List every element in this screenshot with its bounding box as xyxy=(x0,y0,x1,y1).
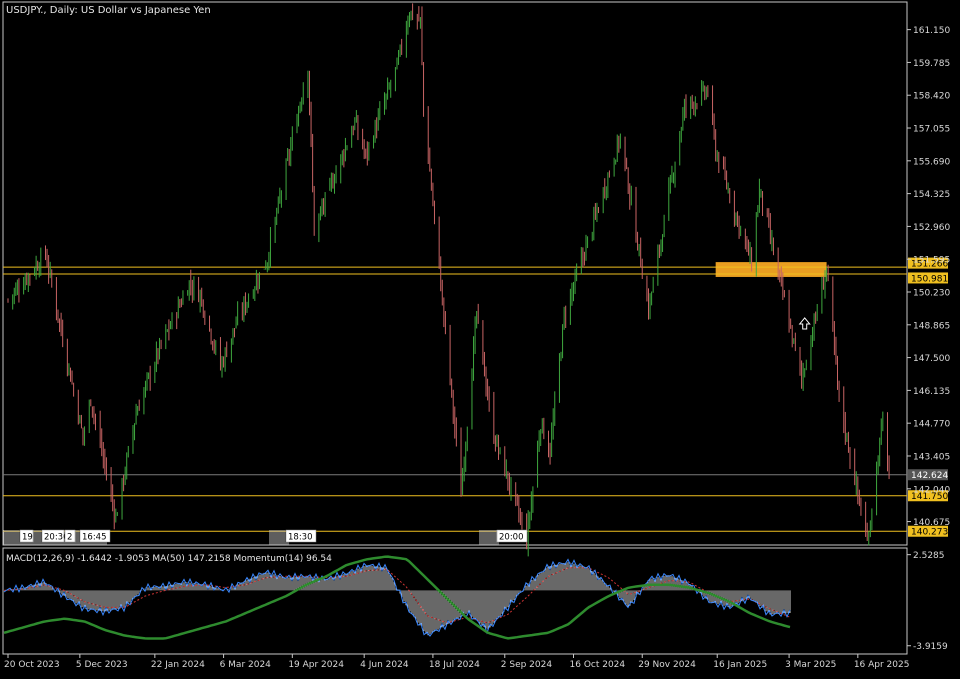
current-price-label: 142.624 xyxy=(911,471,948,481)
time-tick-label: 16 Apr 2025 xyxy=(854,660,910,670)
indicator-tick-label: -3.9159 xyxy=(913,642,948,652)
indicator-tick-label: 2.5285 xyxy=(913,551,945,561)
time-tick-label: 19 Apr 2024 xyxy=(288,660,344,670)
price-tick-label: 152.960 xyxy=(913,223,950,233)
time-marker-label: 16:45 xyxy=(82,533,107,543)
chart-canvas[interactable]: 151.266150.981141.750140.273142.624 161.… xyxy=(0,0,960,675)
price-tick-label: 154.325 xyxy=(913,190,950,200)
price-tick-label: 142.040 xyxy=(913,485,950,495)
time-tick-label: 22 Jan 2024 xyxy=(151,660,205,670)
price-tick-label: 146.135 xyxy=(913,387,950,397)
time-tick-label: 4 Jun 2024 xyxy=(360,660,409,670)
time-tick-label: 20 Oct 2023 xyxy=(4,660,60,670)
time-tick-label: 6 Mar 2024 xyxy=(220,660,272,670)
time-marker-label: 18:30 xyxy=(288,533,313,543)
time-tick-label: 29 Nov 2024 xyxy=(638,660,696,670)
price-tick-label: 158.420 xyxy=(913,92,950,102)
time-tick-label: 16 Oct 2024 xyxy=(570,660,626,670)
hline-price-label: 150.981 xyxy=(911,274,948,284)
highlight-zone xyxy=(715,262,827,277)
price-tick-label: 157.055 xyxy=(913,125,950,135)
price-tick-label: 140.675 xyxy=(913,518,950,528)
price-tick-label: 151.595 xyxy=(913,256,950,266)
chart-title: USDJPY., Daily: US Dollar vs Japanese Ye… xyxy=(6,5,211,16)
chart-window: 151.266 150.981 141.750 140.273 142.624 161.… xyxy=(0,0,960,675)
price-tick-label: 159.785 xyxy=(913,59,950,69)
time-tick-label: 16 Jan 2025 xyxy=(713,660,767,670)
time-marker-label: 2 xyxy=(67,533,72,543)
price-tick-label: 150.230 xyxy=(913,289,950,299)
time-tick-label: 2 Sep 2024 xyxy=(501,660,553,670)
time-tick-label: 5 Dec 2023 xyxy=(76,660,128,670)
price-tick-label: 144.770 xyxy=(913,420,950,430)
time-marker-label: 20:00 xyxy=(499,533,524,543)
price-tick-label: 148.865 xyxy=(913,321,950,331)
chart-background xyxy=(0,0,960,675)
time-tick-label: 18 Jul 2024 xyxy=(429,660,480,670)
indicator-label: MACD(12,26,9) -1.6442 -1.9053 MA(50) 147… xyxy=(6,554,332,564)
time-marker-label: 19 xyxy=(22,533,33,543)
hline-price-label: 140.273 xyxy=(911,528,948,538)
price-tick-label: 143.405 xyxy=(913,452,950,462)
price-tick-label: 147.500 xyxy=(913,354,950,364)
price-tick-label: 161.150 xyxy=(913,26,950,36)
price-tick-label: 155.690 xyxy=(913,157,950,167)
time-tick-label: 3 Mar 2025 xyxy=(785,660,836,670)
